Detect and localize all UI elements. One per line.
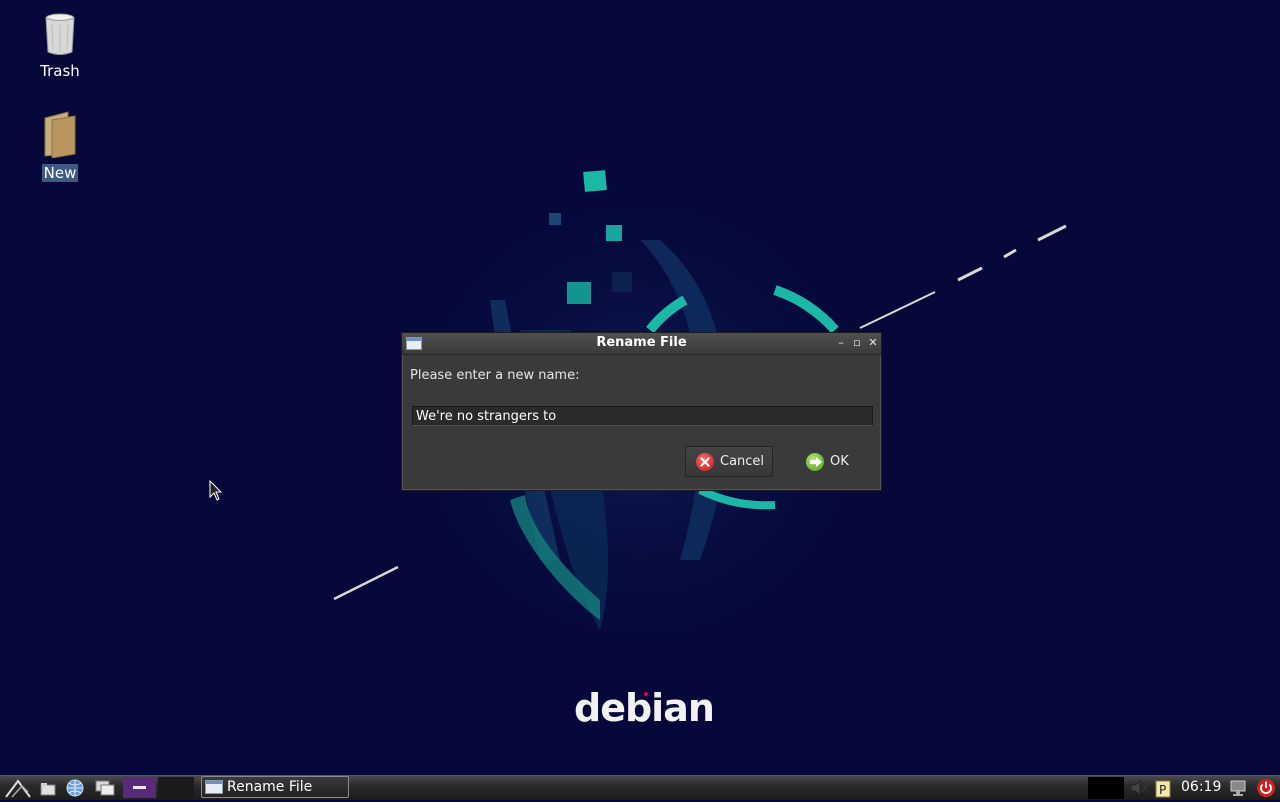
window-icon — [205, 780, 223, 794]
svg-text:P: P — [1159, 783, 1166, 797]
clipboard-icon[interactable]: P — [1154, 778, 1172, 798]
cancel-label: Cancel — [720, 454, 765, 469]
new-name-input[interactable] — [412, 406, 873, 426]
show-desktop-button[interactable] — [93, 778, 117, 798]
power-icon[interactable] — [1256, 778, 1276, 798]
task-label: Rename File — [227, 779, 313, 795]
wallpaper-brand: debian — [574, 686, 715, 730]
taskbar: Rename File P 06:19 — [0, 775, 1280, 800]
file-manager-launcher[interactable] — [38, 778, 58, 798]
lxde-menu-icon — [5, 779, 31, 798]
dialog-titlebar[interactable]: Rename File – ▫ ✕ — [402, 333, 881, 355]
workspace-2[interactable] — [158, 777, 194, 798]
folder-icon — [44, 111, 76, 159]
taskbar-task-rename-file[interactable]: Rename File — [201, 776, 349, 798]
clock[interactable]: 06:19 — [1181, 779, 1221, 795]
ok-button[interactable]: OK — [783, 446, 871, 477]
windows-icon — [95, 780, 115, 796]
cancel-icon — [696, 452, 714, 471]
ok-arrow-icon — [806, 452, 824, 471]
minimize-button[interactable]: – — [834, 335, 848, 351]
network-icon[interactable] — [1228, 779, 1248, 797]
trash-icon — [45, 13, 75, 55]
desktop-icon-label: New — [41, 164, 79, 182]
globe-icon — [66, 779, 84, 797]
desktop-icon-label: Trash — [40, 62, 80, 80]
folder-icon — [40, 783, 56, 796]
desktop-icon-new-folder[interactable]: New — [15, 110, 105, 182]
start-menu-button[interactable] — [4, 778, 34, 798]
web-browser-launcher[interactable] — [64, 778, 86, 798]
cancel-button[interactable]: Cancel — [685, 446, 773, 477]
maximize-button[interactable]: ▫ — [850, 335, 864, 351]
dialog-prompt: Please enter a new name: — [410, 368, 580, 383]
cpu-monitor — [1088, 777, 1124, 799]
workspace-1[interactable] — [123, 777, 156, 798]
mouse-pointer-icon — [209, 480, 223, 501]
rename-dialog: Rename File – ▫ ✕ Please enter a new nam… — [401, 332, 882, 491]
dialog-title: Rename File — [596, 335, 687, 350]
volume-icon[interactable] — [1128, 779, 1150, 797]
close-button[interactable]: ✕ — [866, 335, 880, 351]
ok-label: OK — [830, 454, 849, 469]
desktop-icon-trash[interactable]: Trash — [15, 12, 105, 80]
